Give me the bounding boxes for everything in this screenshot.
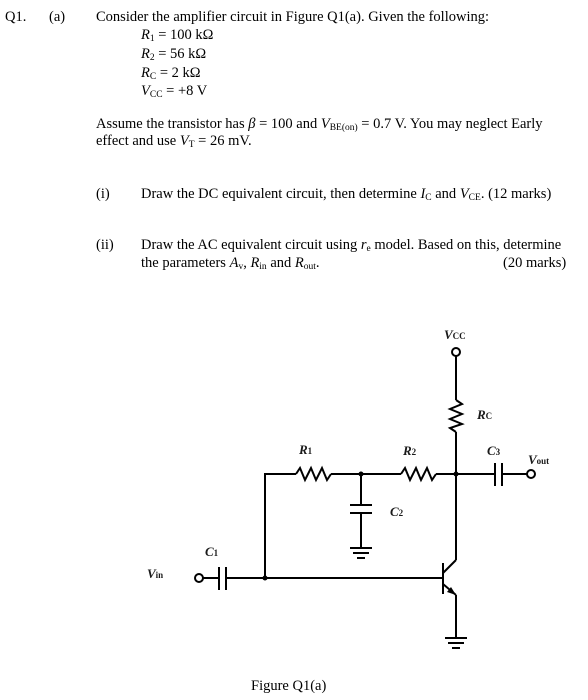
ground-emitter-icon xyxy=(445,637,467,649)
vcc-terminal xyxy=(451,347,461,357)
npn-transistor xyxy=(442,559,457,596)
label-c3: C3 xyxy=(487,443,501,458)
circuit-figure: VCC RC R1 R2 C3 Vout C2 C1 Vin Figure Q1… xyxy=(147,327,549,694)
node-collector xyxy=(453,471,459,477)
label-r2: R2 xyxy=(402,443,417,458)
ground-c2-icon xyxy=(350,547,372,559)
label-c2: C2 xyxy=(390,504,404,519)
label-r1: R1 xyxy=(298,442,313,457)
vout-terminal xyxy=(526,469,536,479)
label-rc: RC xyxy=(476,407,492,422)
rc-resistor xyxy=(447,399,465,433)
label-c1: C1 xyxy=(205,544,219,559)
vin-terminal xyxy=(194,573,204,583)
figure-caption: Figure Q1(a) xyxy=(251,678,326,694)
label-vout: Vout xyxy=(528,452,549,467)
r1-resistor xyxy=(295,465,332,483)
label-vin: Vin xyxy=(147,566,163,581)
r2-resistor xyxy=(400,465,437,483)
label-vcc: VCC xyxy=(444,327,466,342)
